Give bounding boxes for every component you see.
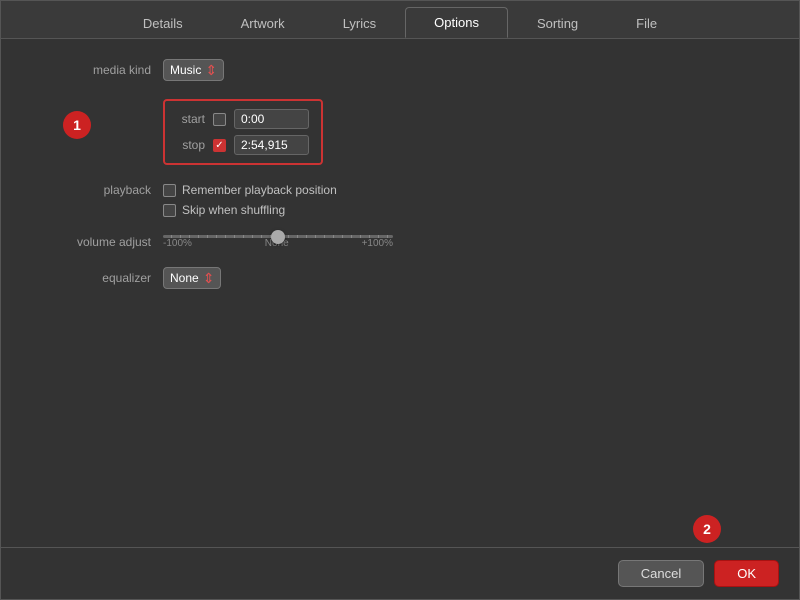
start-stop-row: start stop ✓ (41, 99, 759, 165)
playback-options: Remember playback position Skip when shu… (163, 183, 337, 217)
content-area: media kind Music ⇕ start stop ✓ (1, 39, 799, 547)
skip-shuffle-checkbox[interactable] (163, 204, 176, 217)
equalizer-select[interactable]: None ⇕ (163, 267, 221, 289)
media-kind-select[interactable]: Music ⇕ (163, 59, 224, 81)
equalizer-row: equalizer None ⇕ (41, 267, 759, 289)
stop-checkbox[interactable]: ✓ (213, 139, 226, 152)
start-checkbox[interactable] (213, 113, 226, 126)
tab-sorting[interactable]: Sorting (508, 8, 607, 38)
ok-button[interactable]: OK (714, 560, 779, 587)
volume-min-label: -100% (163, 238, 192, 249)
media-kind-label: media kind (41, 63, 151, 77)
volume-max-label: +100% (362, 238, 393, 249)
tab-details[interactable]: Details (114, 8, 212, 38)
tab-options[interactable]: Options (405, 7, 508, 38)
badge-2: 2 (693, 515, 721, 543)
remember-playback-row: Remember playback position (163, 183, 337, 197)
stop-label: stop (177, 138, 205, 152)
volume-adjust-wrapper: -100% None +100% (163, 235, 393, 249)
badge-1: 1 (63, 111, 91, 139)
equalizer-arrow-icon: ⇕ (203, 271, 215, 285)
media-kind-value: Music (170, 63, 201, 77)
start-input[interactable] (234, 109, 309, 129)
skip-shuffle-row: Skip when shuffling (163, 203, 337, 217)
cancel-button[interactable]: Cancel (618, 560, 704, 587)
start-stop-box: start stop ✓ (163, 99, 323, 165)
tab-artwork[interactable]: Artwork (212, 8, 314, 38)
tab-file[interactable]: File (607, 8, 686, 38)
dialog: Details Artwork Lyrics Options Sorting F… (0, 0, 800, 600)
media-kind-row: media kind Music ⇕ (41, 59, 759, 81)
skip-shuffle-label: Skip when shuffling (182, 203, 285, 217)
tab-lyrics[interactable]: Lyrics (314, 8, 405, 38)
volume-slider-track[interactable] (163, 235, 393, 238)
stop-row: stop ✓ (177, 135, 309, 155)
equalizer-label: equalizer (41, 271, 151, 285)
volume-slider-thumb[interactable] (271, 230, 285, 244)
remember-playback-checkbox[interactable] (163, 184, 176, 197)
start-row: start (177, 109, 309, 129)
equalizer-value: None (170, 271, 199, 285)
volume-label: volume adjust (41, 235, 151, 249)
remember-playback-label: Remember playback position (182, 183, 337, 197)
playback-label: playback (41, 183, 151, 197)
volume-row: volume adjust -100% None +100% (41, 235, 759, 249)
footer: Cancel OK (1, 547, 799, 599)
start-label: start (177, 112, 205, 126)
media-kind-arrow-icon: ⇕ (205, 63, 217, 77)
stop-input[interactable] (234, 135, 309, 155)
slider-track-row (163, 235, 393, 238)
tab-bar: Details Artwork Lyrics Options Sorting F… (1, 1, 799, 39)
playback-row: playback Remember playback position Skip… (41, 183, 759, 217)
